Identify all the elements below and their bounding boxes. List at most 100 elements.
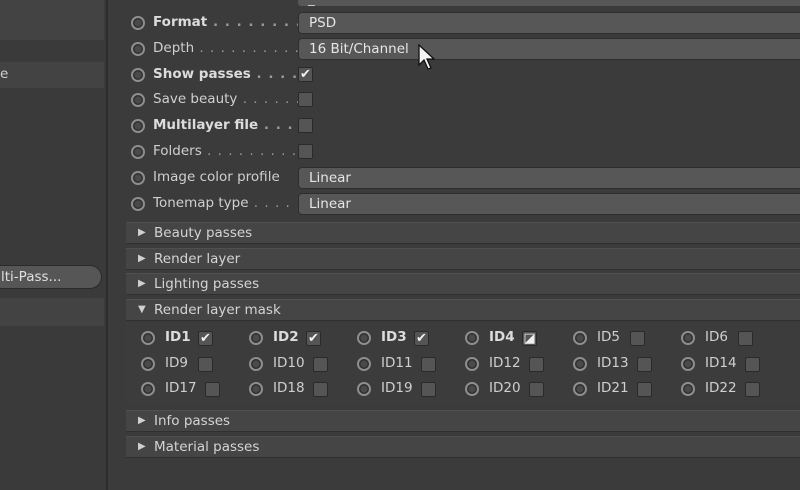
separator-value: _ [308,0,315,7]
mask-checkbox-id21[interactable] [637,382,652,397]
animate-radio-icon[interactable] [357,331,371,345]
mask-id9: ID9 [141,353,241,375]
animate-radio-icon[interactable] [573,356,587,371]
multi-pass-button[interactable]: lti-Pass... [0,265,102,289]
section-info-passes[interactable]: ▶ Info passes [126,410,800,432]
mask-checkbox-id18[interactable] [313,382,328,397]
label-dots: . . . . . . [237,91,301,108]
setting-label-text: Multilayer file [153,117,259,134]
setting-row-save-beauty: Save beauty . . . . . . [108,87,800,113]
animate-radio-icon[interactable] [131,41,145,56]
mask-checkbox-id5[interactable] [630,331,645,346]
mask-id-label: ID9 [165,354,188,371]
separator-field[interactable] [298,0,800,6]
mask-checkbox-id4[interactable]: ◪ [522,331,537,346]
sidebar: e lti-Pass... [0,0,108,490]
setting-label-text: Tonemap type [153,194,249,211]
section-render-layer-mask[interactable]: ▼ Render layer mask [126,299,800,321]
animate-radio-icon[interactable] [249,356,263,371]
animate-radio-icon[interactable] [465,331,479,345]
setting-label: Image color profile [153,169,280,185]
mask-id-label: ID1 [165,329,191,345]
mask-id1: ID1 ✔ [141,327,241,349]
collapse-arrow-icon: ▶ [138,415,146,426]
mask-checkbox-id13[interactable] [637,356,652,372]
mask-checkbox-id17[interactable] [205,382,220,397]
mask-checkbox-id3[interactable]: ✔ [414,331,429,346]
checkbox-multilayer-file[interactable] [298,118,313,134]
animate-radio-icon[interactable] [681,382,695,396]
section-render-layer[interactable]: ▶ Render layer [126,247,800,270]
setting-label-text: Save beauty [153,91,238,108]
animate-radio-icon[interactable] [357,382,371,396]
dropdown-tonemap-type[interactable]: Linear [298,192,800,215]
mask-checkbox-id22[interactable] [745,382,760,397]
section-beauty-passes[interactable]: ▶ Beauty passes [126,222,800,244]
animate-radio-icon[interactable] [465,356,479,371]
section-title: Render layer [154,250,241,267]
mask-id-label: ID5 [597,329,620,345]
mask-id14: ID14 [681,353,781,375]
animate-radio-icon[interactable] [131,119,145,134]
mask-checkbox-id14[interactable] [745,356,760,372]
animate-radio-icon[interactable] [573,382,587,396]
sidebar-row-selected[interactable]: e [0,62,104,88]
setting-label-text: Depth [153,39,195,56]
animate-radio-icon[interactable] [681,356,695,371]
mask-checkbox-id20[interactable] [529,382,544,397]
mask-id21: ID21 [573,378,673,400]
animate-radio-icon[interactable] [465,382,479,396]
setting-label: Save beauty . . . . . . [153,91,301,107]
animate-radio-icon[interactable] [141,382,155,396]
mask-id-label: ID19 [381,380,413,396]
dropdown-format[interactable]: PSD [298,12,800,34]
mask-id-label: ID20 [489,380,521,396]
animate-radio-icon[interactable] [131,170,145,185]
collapse-arrow-icon: ▶ [138,278,146,289]
animate-radio-icon[interactable] [131,93,145,108]
checkbox-show-passes[interactable]: ✔ [298,66,313,82]
animate-radio-icon[interactable] [249,331,263,345]
animate-radio-icon[interactable] [357,356,371,371]
animate-radio-icon[interactable] [131,67,145,82]
mask-checkbox-id2[interactable]: ✔ [306,331,321,346]
mask-id-label: ID10 [273,354,305,371]
sidebar-row[interactable] [0,298,104,326]
setting-label: Multilayer file . . . . [153,117,306,133]
setting-label-text: Folders [153,143,202,159]
section-material-passes[interactable]: ▶ Material passes [126,435,800,458]
mask-id4: ID4 ◪ [465,327,565,349]
mask-id11: ID11 [357,353,457,375]
mask-checkbox-id19[interactable] [421,382,436,397]
render-layer-mask-grid: ID1 ✔ ID2 ✔ ID3 ✔ ID4 ◪ ID5 ID6 ID9 ID10 ID11 ID12 ID1… [126,322,800,406]
setting-row-tonemap-type: Tonemap type . . . . Linear [108,191,800,217]
animate-radio-icon[interactable] [249,382,263,396]
dropdown-depth[interactable]: 16 Bit/Channel [298,37,800,60]
checkbox-save-beauty[interactable] [298,92,313,108]
animate-radio-icon[interactable] [573,331,587,345]
mask-checkbox-id9[interactable] [198,356,213,372]
mask-checkbox-id11[interactable] [421,356,436,372]
setting-label: Show passes . . . . . [153,66,310,82]
animate-radio-icon[interactable] [131,16,145,30]
section-title: Info passes [154,413,231,429]
section-lighting-passes[interactable]: ▶ Lighting passes [126,273,800,295]
animate-radio-icon[interactable] [141,356,155,371]
animate-radio-icon[interactable] [131,196,145,211]
animate-radio-icon[interactable] [681,331,695,345]
mask-checkbox-id1[interactable]: ✔ [198,331,213,346]
animate-radio-icon[interactable] [131,145,145,159]
mask-checkbox-id10[interactable] [313,356,328,372]
checkbox-folders[interactable] [298,144,313,159]
mask-id-label: ID17 [165,380,197,396]
setting-row-multilayer-file: Multilayer file . . . . [108,113,800,139]
setting-label-text: Format [153,14,208,30]
mask-id-label: ID13 [597,354,629,371]
mask-checkbox-id6[interactable] [738,331,753,346]
mask-checkbox-id12[interactable] [529,356,544,372]
mask-id-label: ID12 [489,354,521,371]
animate-radio-icon[interactable] [141,331,155,345]
sidebar-row[interactable] [0,0,104,40]
dropdown-image-color-profile[interactable]: Linear [298,166,800,189]
mask-id10: ID10 [249,353,349,375]
